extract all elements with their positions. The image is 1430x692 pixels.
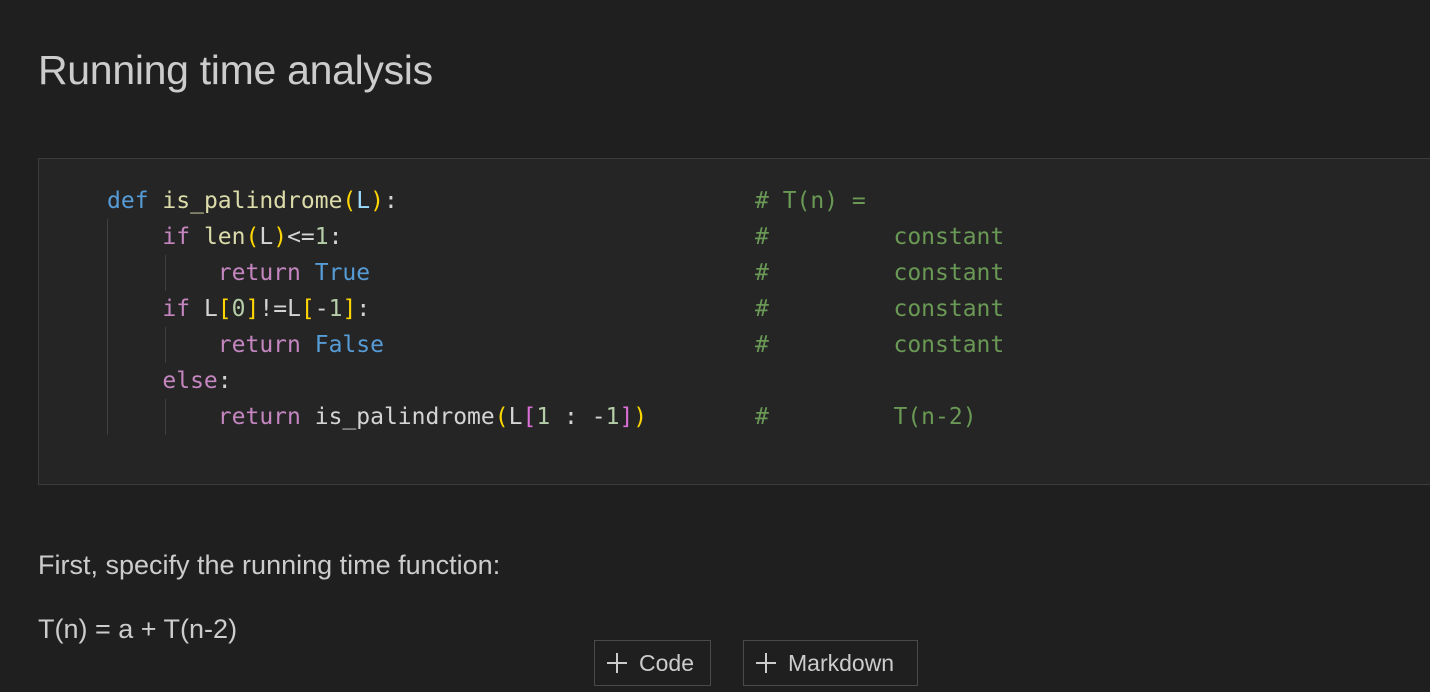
code-token: else [162,368,218,394]
code-token: len [203,224,246,250]
section-heading: Running time analysis [38,47,433,93]
code-token: ) [633,404,648,430]
code-token: L [508,404,523,430]
code-comment: # T(n-2) [755,404,977,430]
code-token: is_palindrome [300,404,495,430]
code-line: if len(L)<=1: # constant [107,219,1004,255]
code-token: 1 [605,404,620,430]
code-comment: # constant [755,224,1005,250]
code-token: is_palindrome [162,188,343,214]
code-token: ) [273,224,288,250]
plus-icon [607,653,627,673]
add-code-cell-button[interactable]: Code [594,640,711,686]
code-token: !=L [259,296,301,322]
code-token: L [190,296,218,322]
code-token: if [162,296,191,322]
code-token: [ [522,404,537,430]
code-comment: # T(n) = [755,188,866,214]
code-line: if L[0]!=L[-1]: # constant [107,291,1004,327]
code-token: True [314,260,371,286]
code-line: else: [107,363,647,399]
code-token: ) [370,188,384,214]
code-token: [ [217,296,232,322]
notebook-page: Running time analysis def is_palindrome(… [0,0,1430,692]
code-line: return True # constant [107,255,1004,291]
code-line: return False # constant [107,327,1004,363]
code-token: [ [300,296,315,322]
code-line: def is_palindrome(L): # T(n) = [107,183,866,219]
code-token: 0 [231,296,246,322]
code-token: : [384,188,398,214]
code-token: return [217,332,301,358]
code-token: ( [494,404,509,430]
code-token: : [356,296,371,322]
code-comment: # constant [755,260,1005,286]
code-token: ] [245,296,260,322]
code-lines: def is_palindrome(L): # T(n) = if len(L)<… [107,183,1004,435]
code-token: - [314,296,329,322]
code-comment: # constant [755,296,1005,322]
code-token: : - [550,404,606,430]
code-token: 1 [314,224,329,250]
code-token: False [314,332,384,358]
code-token: : [328,224,343,250]
code-token: ] [619,404,634,430]
code-token: ] [342,296,357,322]
code-token: <= [287,224,315,250]
instruction-text: First, specify the running time function… [38,550,501,580]
code-token: : [217,368,232,394]
code-token: L [259,224,274,250]
code-line: return is_palindrome(L[1 : -1]) # T(n-2) [107,399,977,435]
code-token: 1 [328,296,343,322]
code-token: L [356,188,371,214]
code-token: return [217,404,301,430]
code-token: ( [342,188,357,214]
code-token: return [217,260,301,286]
code-token: 1 [536,404,551,430]
add-markdown-cell-button[interactable]: Markdown [743,640,918,686]
code-token: def [107,188,149,214]
recurrence-text: T(n) = a + T(n-2) [38,614,238,644]
add-markdown-label: Markdown [788,649,895,676]
code-cell[interactable]: def is_palindrome(L): # T(n) = if len(L)<… [38,158,1430,485]
code-comment: # constant [755,332,1005,358]
plus-icon [756,653,776,673]
add-code-label: Code [639,649,694,676]
code-token: ( [245,224,260,250]
code-token: if [162,224,191,250]
